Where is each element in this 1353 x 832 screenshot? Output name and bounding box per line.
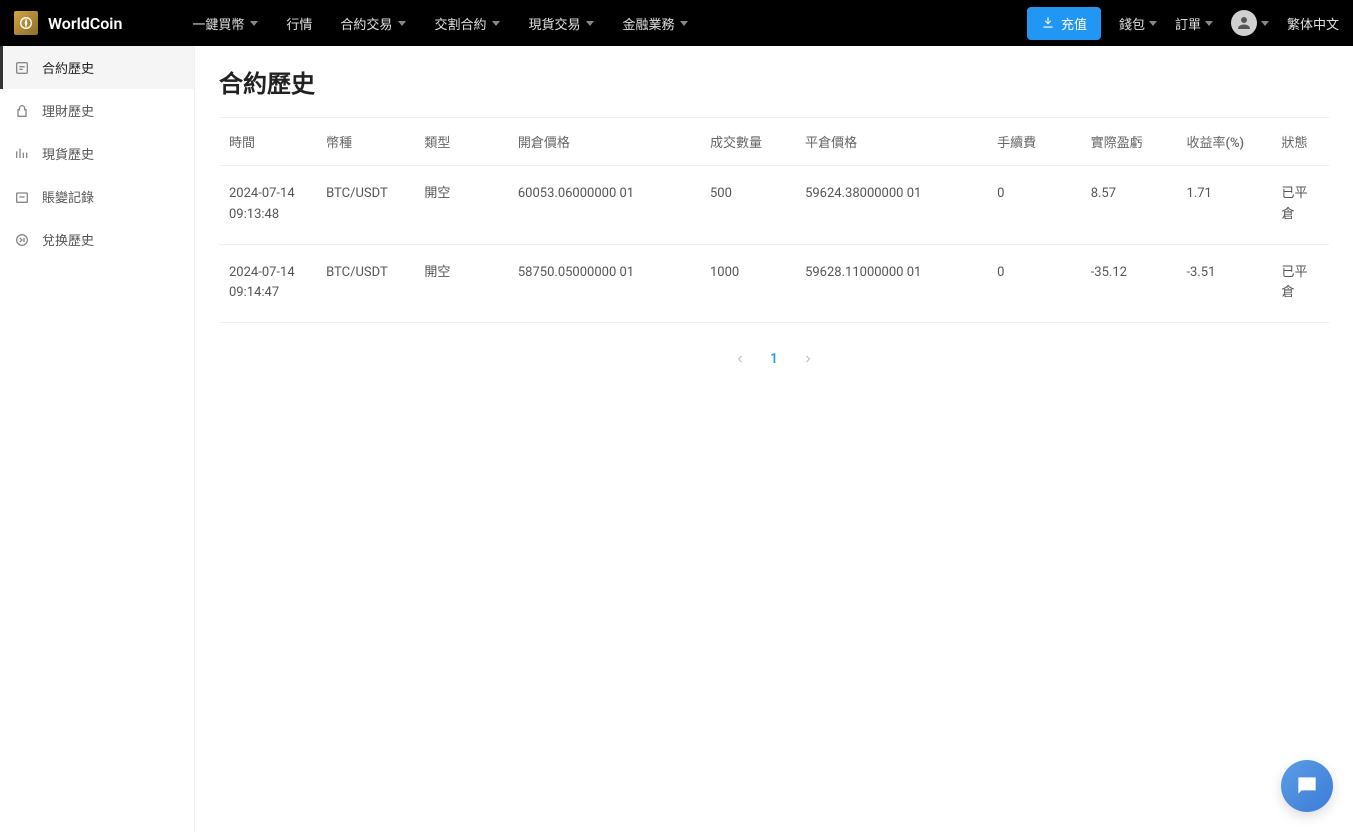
brand-area[interactable]: WorldCoin: [14, 11, 122, 35]
sidebar-item[interactable]: 合約歷史: [0, 46, 194, 89]
cell-type: 開空: [414, 166, 508, 245]
wallet-label: 錢包: [1119, 14, 1145, 33]
language-switcher[interactable]: 繁体中文: [1287, 14, 1339, 33]
nav-item-label: 一鍵買幣: [192, 14, 244, 33]
th-fee: 手續費: [987, 118, 1081, 166]
orders-label: 訂單: [1175, 14, 1201, 33]
orders-link[interactable]: 訂單: [1175, 14, 1213, 33]
cell-quantity: 500: [700, 166, 795, 245]
deposit-button[interactable]: 充值: [1027, 7, 1101, 40]
account-menu[interactable]: [1231, 10, 1269, 36]
cell-pnl: 8.57: [1081, 166, 1177, 245]
cell-quantity: 1000: [700, 244, 795, 323]
avatar-icon: [1231, 10, 1257, 36]
header-right: 充值 錢包 訂單 繁体中文: [1027, 7, 1339, 40]
brand-icon: [14, 11, 38, 35]
cell-open_price: 58750.05000000 01: [508, 244, 700, 323]
deposit-label: 充值: [1061, 14, 1087, 33]
main-nav: 一鍵買幣 行情 合約交易 交割合約 現貨交易 金融業務: [192, 14, 1027, 33]
sidebar: 合約歷史理財歷史現貨歷史賬變記錄兌换歷史: [0, 46, 195, 832]
wallet-link[interactable]: 錢包: [1119, 14, 1157, 33]
chevron-left-icon: [734, 353, 746, 365]
sidebar-item-label: 賬變記錄: [42, 187, 94, 206]
cell-fee: 0: [987, 166, 1081, 245]
sidebar-item-label: 理財歷史: [42, 101, 94, 120]
page-number[interactable]: 1: [762, 347, 786, 371]
chat-icon: [1294, 773, 1320, 799]
caret-down-icon: [250, 21, 258, 26]
sidebar-item[interactable]: 理財歷史: [0, 89, 194, 132]
cell-type: 開空: [414, 244, 508, 323]
chevron-right-icon: [802, 353, 814, 365]
th-quantity: 成交數量: [700, 118, 795, 166]
caret-down-icon: [398, 21, 406, 26]
cell-status: 已平倉: [1272, 166, 1329, 245]
nav-item[interactable]: 現貨交易: [528, 14, 594, 33]
download-icon: [1041, 16, 1055, 30]
nav-item-label: 金融業務: [622, 14, 674, 33]
top-header: WorldCoin 一鍵買幣 行情 合約交易 交割合約 現貨交易 金融業務 充值 錢包 訂…: [0, 0, 1353, 46]
cell-rate: 1.71: [1176, 166, 1271, 245]
th-close-price: 平倉價格: [795, 118, 987, 166]
nav-item[interactable]: 行情: [286, 14, 312, 33]
nav-item[interactable]: 金融業務: [622, 14, 688, 33]
pagination: 1: [219, 323, 1329, 395]
caret-down-icon: [492, 21, 500, 26]
nav-item-label: 交割合約: [434, 14, 486, 33]
table-header-row: 時間 幣種 類型 開倉價格 成交數量 平倉價格 手續費 實際盈虧 收益率(%) …: [219, 118, 1329, 166]
cell-symbol: BTC/USDT: [316, 166, 414, 245]
page-title: 合約歷史: [219, 64, 1329, 99]
th-time: 時間: [219, 118, 316, 166]
cell-close_price: 59628.11000000 01: [795, 244, 987, 323]
table-container: 時間 幣種 類型 開倉價格 成交數量 平倉價格 手續費 實際盈虧 收益率(%) …: [219, 117, 1329, 323]
cell-symbol: BTC/USDT: [316, 244, 414, 323]
th-symbol: 幣種: [316, 118, 414, 166]
table-row: 2024-07-14 09:13:48BTC/USDT開空60053.06000…: [219, 166, 1329, 245]
cell-status: 已平倉: [1272, 244, 1329, 323]
caret-down-icon: [586, 21, 594, 26]
nav-item-label: 合約交易: [340, 14, 392, 33]
page-prev[interactable]: [730, 349, 750, 369]
sidebar-item[interactable]: 賬變記錄: [0, 175, 194, 218]
brand-text: WorldCoin: [48, 14, 122, 33]
nav-item[interactable]: 合約交易: [340, 14, 406, 33]
th-open-price: 開倉價格: [508, 118, 700, 166]
sidebar-item[interactable]: 現貨歷史: [0, 132, 194, 175]
finance-history-icon: [14, 103, 30, 119]
sidebar-item-label: 合約歷史: [42, 58, 94, 77]
page-next[interactable]: [798, 349, 818, 369]
cell-close_price: 59624.38000000 01: [795, 166, 987, 245]
sidebar-item-label: 兌换歷史: [42, 230, 94, 249]
nav-item[interactable]: 交割合約: [434, 14, 500, 33]
caret-down-icon: [1261, 21, 1269, 26]
cell-time: 2024-07-14 09:14:47: [219, 244, 316, 323]
caret-down-icon: [680, 21, 688, 26]
cell-open_price: 60053.06000000 01: [508, 166, 700, 245]
cell-time: 2024-07-14 09:13:48: [219, 166, 316, 245]
chat-widget[interactable]: [1281, 760, 1333, 812]
sidebar-item-label: 現貨歷史: [42, 144, 94, 163]
lang-label: 繁体中文: [1287, 14, 1339, 33]
cell-rate: -3.51: [1176, 244, 1271, 323]
history-table: 時間 幣種 類型 開倉價格 成交數量 平倉價格 手續費 實際盈虧 收益率(%) …: [219, 118, 1329, 323]
spot-history-icon: [14, 146, 30, 162]
layout: 合約歷史理財歷史現貨歷史賬變記錄兌换歷史 合約歷史 時間 幣種 類型 開倉價格 …: [0, 46, 1353, 832]
caret-down-icon: [1149, 21, 1157, 26]
th-rate: 收益率(%): [1176, 118, 1271, 166]
caret-down-icon: [1205, 21, 1213, 26]
th-pnl: 實際盈虧: [1081, 118, 1177, 166]
th-type: 類型: [414, 118, 508, 166]
cell-fee: 0: [987, 244, 1081, 323]
cell-pnl: -35.12: [1081, 244, 1177, 323]
exchange-history-icon: [14, 232, 30, 248]
table-row: 2024-07-14 09:14:47BTC/USDT開空58750.05000…: [219, 244, 1329, 323]
nav-item-label: 行情: [286, 14, 312, 33]
nav-item[interactable]: 一鍵買幣: [192, 14, 258, 33]
contract-history-icon: [14, 60, 30, 76]
main-content: 合約歷史 時間 幣種 類型 開倉價格 成交數量 平倉價格 手續費 實際盈虧 收益…: [195, 46, 1353, 832]
th-status: 狀態: [1272, 118, 1329, 166]
sidebar-item[interactable]: 兌换歷史: [0, 218, 194, 261]
account-change-icon: [14, 189, 30, 205]
nav-item-label: 現貨交易: [528, 14, 580, 33]
